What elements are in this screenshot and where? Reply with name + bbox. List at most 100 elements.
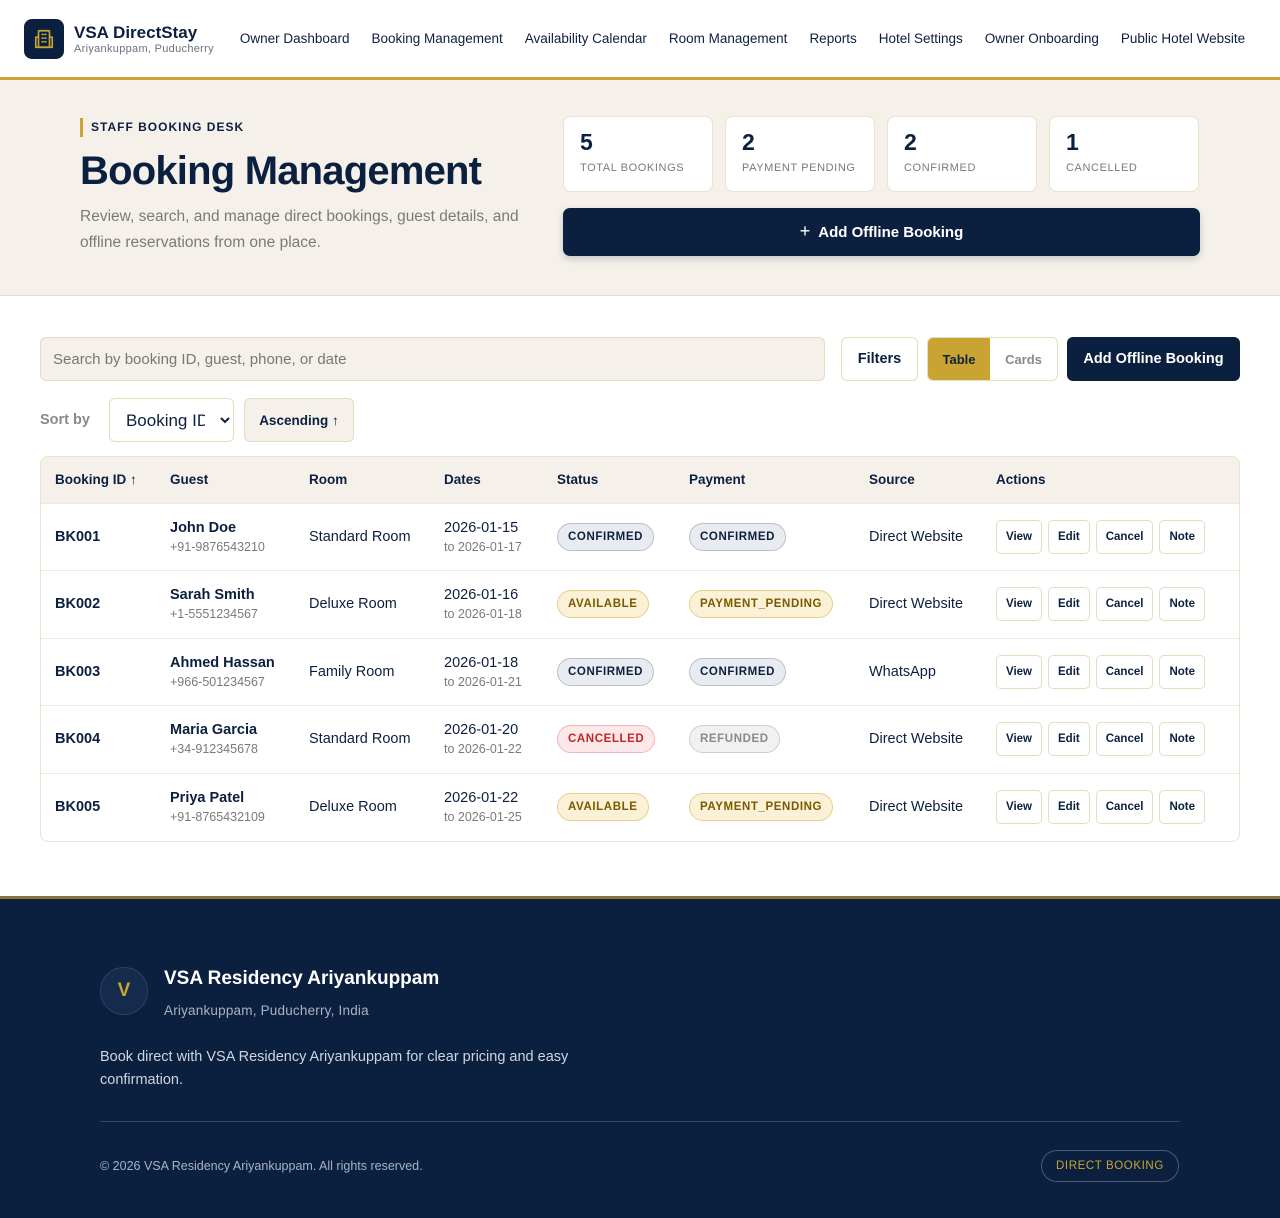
guest-phone: +1-5551234567 bbox=[170, 607, 258, 622]
col-dates: Dates bbox=[430, 457, 543, 503]
cancel-button[interactable]: Cancel bbox=[1095, 587, 1154, 622]
room-type: Deluxe Room bbox=[309, 596, 397, 613]
guest-phone: +91-9876543210 bbox=[170, 539, 265, 554]
booking-id: BK004 bbox=[55, 731, 101, 748]
view-table-button[interactable]: Table bbox=[928, 338, 990, 380]
guest-phone: +34-912345678 bbox=[170, 742, 258, 757]
nav-public-hotel-website[interactable]: Public Hotel Website bbox=[1121, 31, 1245, 46]
sort-row: Sort by Booking ID Ascending ↑ bbox=[40, 398, 1240, 442]
page-title: Booking Management bbox=[80, 149, 482, 193]
top-navigation-bar: VSA DirectStay Ariyankuppam, Puducherry … bbox=[0, 0, 1280, 80]
direct-booking-badge[interactable]: DIRECT BOOKING bbox=[1041, 1150, 1179, 1182]
sort-select[interactable]: Booking ID bbox=[108, 398, 234, 442]
stat-value: 2 bbox=[904, 129, 917, 155]
nav-room-management[interactable]: Room Management bbox=[669, 31, 788, 46]
hero-add-offline-booking-button[interactable]: + Add Offline Booking bbox=[563, 208, 1200, 256]
booking-source: Direct Website bbox=[869, 731, 964, 748]
booking-id: BK002 bbox=[55, 596, 101, 613]
status-badge: AVAILABLE bbox=[557, 590, 649, 619]
sort-label: Sort by bbox=[40, 412, 90, 428]
row-actions: View Edit Cancel Note bbox=[996, 519, 1225, 554]
booking-source: Direct Website bbox=[869, 596, 964, 613]
date-end: to 2026-01-17 bbox=[444, 539, 522, 554]
edit-button[interactable]: Edit bbox=[1048, 790, 1090, 824]
brand[interactable]: VSA DirectStay Ariyankuppam, Puducherry bbox=[24, 18, 214, 59]
view-button[interactable]: View bbox=[996, 587, 1042, 622]
stat-payment-pending: 2 PAYMENT PENDING bbox=[725, 116, 875, 192]
nav-owner-onboarding[interactable]: Owner Onboarding bbox=[985, 31, 1099, 46]
cancel-button[interactable]: Cancel bbox=[1095, 790, 1154, 824]
nav-booking-management[interactable]: Booking Management bbox=[371, 31, 502, 46]
booking-source: Direct Website bbox=[869, 799, 964, 815]
table-header-row: Booking ID ↑ Guest Room Dates Status Pay… bbox=[41, 457, 1239, 503]
view-button[interactable]: View bbox=[996, 519, 1042, 554]
sort-order-button[interactable]: Ascending ↑ bbox=[243, 398, 354, 442]
date-end: to 2026-01-21 bbox=[444, 674, 522, 689]
filters-button[interactable]: Filters bbox=[841, 337, 918, 381]
nav-reports[interactable]: Reports bbox=[809, 31, 856, 46]
stat-value: 2 bbox=[742, 129, 755, 155]
status-badge: CONFIRMED bbox=[557, 657, 655, 686]
stat-value: 1 bbox=[1066, 129, 1079, 155]
row-actions: View Edit Cancel Note bbox=[996, 722, 1225, 757]
section-eyebrow: STAFF BOOKING DESK bbox=[80, 118, 520, 137]
cancel-button[interactable]: Cancel bbox=[1095, 519, 1154, 554]
payment-badge: CONFIRMED bbox=[689, 522, 787, 551]
main-content: Filters Table Cards Add Offline Booking … bbox=[0, 296, 1280, 842]
col-guest: Guest bbox=[156, 457, 295, 503]
stat-label: TOTAL BOOKINGS bbox=[580, 162, 685, 174]
add-offline-booking-button[interactable]: Add Offline Booking bbox=[1067, 337, 1240, 381]
date-start: 2026-01-22 bbox=[444, 790, 519, 806]
note-button[interactable]: Note bbox=[1159, 654, 1206, 689]
hero-section: STAFF BOOKING DESK Booking Management Re… bbox=[0, 80, 1280, 296]
view-cards-button[interactable]: Cards bbox=[990, 338, 1057, 380]
date-start: 2026-01-15 bbox=[444, 519, 519, 536]
payment-badge: CONFIRMED bbox=[689, 657, 787, 686]
edit-button[interactable]: Edit bbox=[1048, 654, 1090, 689]
guest-name: Ahmed Hassan bbox=[170, 654, 275, 671]
view-button[interactable]: View bbox=[996, 654, 1042, 689]
page-description: Review, search, and manage direct bookin… bbox=[80, 208, 519, 251]
stats-row: 5 TOTAL BOOKINGS 2 PAYMENT PENDING 2 CON… bbox=[563, 116, 1199, 192]
view-button[interactable]: View bbox=[996, 790, 1042, 824]
note-button[interactable]: Note bbox=[1159, 519, 1206, 554]
booking-id: BK001 bbox=[55, 528, 101, 545]
guest-phone: +966-501234567 bbox=[170, 674, 265, 689]
edit-button[interactable]: Edit bbox=[1048, 519, 1090, 554]
brand-name: VSA DirectStay bbox=[74, 22, 198, 42]
search-input[interactable] bbox=[53, 350, 812, 368]
date-end: to 2026-01-22 bbox=[444, 742, 522, 757]
hotel-building-icon bbox=[24, 18, 64, 59]
nav-availability-calendar[interactable]: Availability Calendar bbox=[525, 31, 647, 46]
booking-source: Direct Website bbox=[869, 528, 964, 545]
view-button[interactable]: View bbox=[996, 722, 1042, 757]
col-booking-id[interactable]: Booking ID ↑ bbox=[41, 457, 156, 503]
guest-name: Priya Patel bbox=[170, 790, 245, 806]
edit-button[interactable]: Edit bbox=[1048, 722, 1090, 757]
table-row: BK005 Priya Patel +91-8765432109 Deluxe Roo… bbox=[41, 772, 1239, 841]
date-end: to 2026-01-25 bbox=[444, 810, 522, 824]
main-nav: Owner Dashboard Booking Management Avail… bbox=[240, 31, 1245, 46]
nav-owner-dashboard[interactable]: Owner Dashboard bbox=[240, 31, 350, 46]
cancel-button[interactable]: Cancel bbox=[1095, 654, 1154, 689]
toolbar: Filters Table Cards Add Offline Booking bbox=[40, 337, 1240, 381]
footer-avatar: V bbox=[100, 967, 148, 1015]
guest-name: Sarah Smith bbox=[170, 587, 255, 604]
date-end: to 2026-01-18 bbox=[444, 607, 522, 622]
table-row: BK004 Maria Garcia +34-912345678 Standard R… bbox=[41, 705, 1239, 773]
hero-add-label: Add Offline Booking bbox=[818, 223, 964, 241]
status-badge: CONFIRMED bbox=[557, 522, 655, 551]
note-button[interactable]: Note bbox=[1159, 587, 1206, 622]
col-status: Status bbox=[543, 457, 675, 503]
note-button[interactable]: Note bbox=[1159, 790, 1206, 824]
status-badge: AVAILABLE bbox=[557, 793, 649, 821]
nav-hotel-settings[interactable]: Hotel Settings bbox=[879, 31, 963, 46]
footer-hotel-name: VSA Residency Ariyankuppam bbox=[164, 968, 440, 989]
plus-icon: + bbox=[799, 220, 811, 241]
footer-divider bbox=[100, 1121, 1180, 1122]
room-type: Family Room bbox=[309, 663, 395, 680]
edit-button[interactable]: Edit bbox=[1048, 587, 1090, 622]
note-button[interactable]: Note bbox=[1159, 722, 1206, 757]
payment-badge: REFUNDED bbox=[689, 725, 780, 754]
cancel-button[interactable]: Cancel bbox=[1095, 722, 1154, 757]
